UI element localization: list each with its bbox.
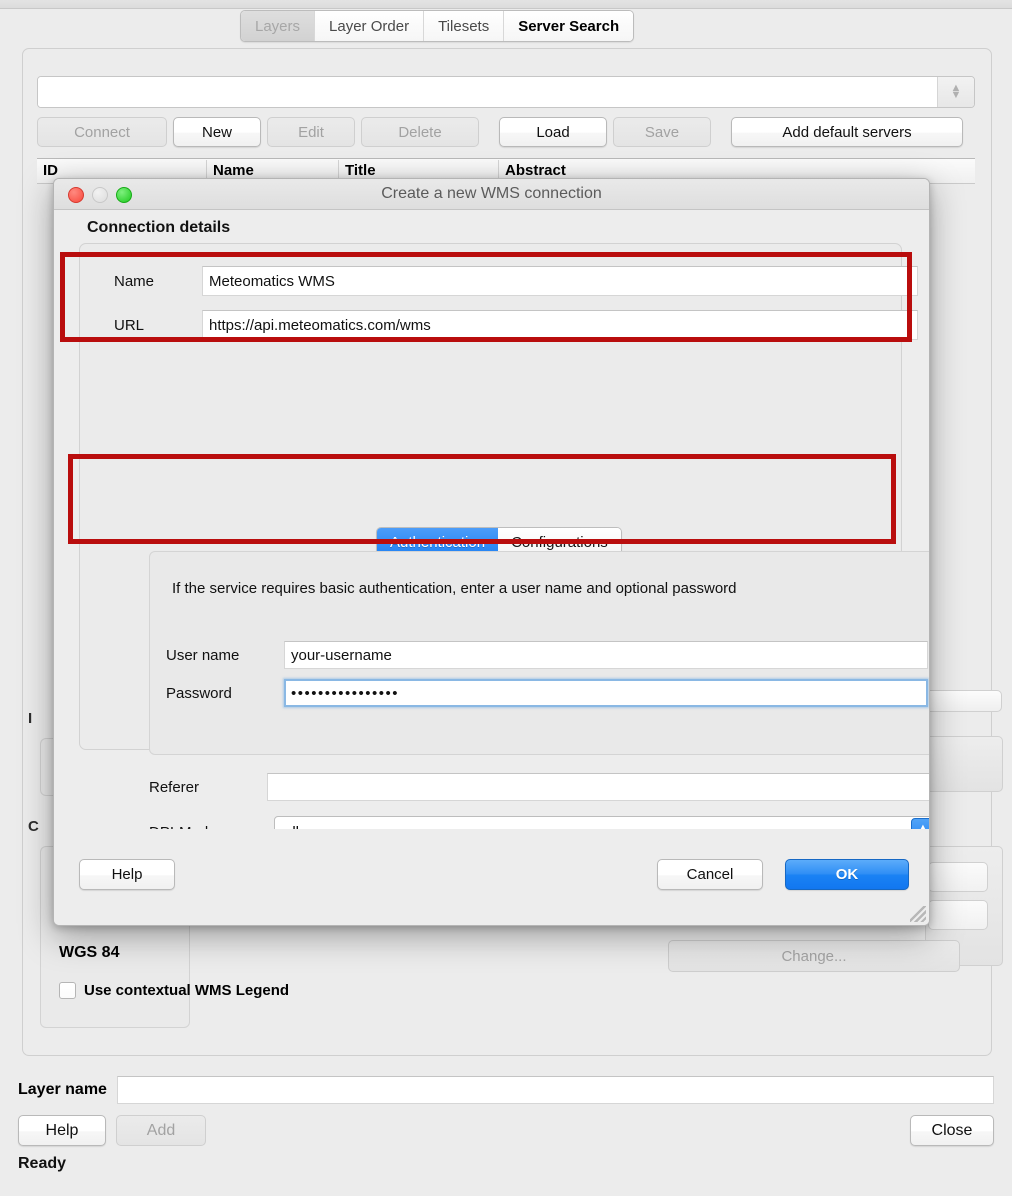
connection-toolbar: Connect New Edit Delete Load Save Add de… <box>37 117 975 147</box>
use-contextual-legend-row[interactable]: Use contextual WMS Legend <box>59 982 289 999</box>
bottom-add-button[interactable]: Add <box>116 1115 206 1146</box>
window-titlebar-strip <box>0 0 1012 9</box>
dialog-ok-button[interactable]: OK <box>785 859 909 890</box>
obscured-button-right-e <box>928 900 988 930</box>
name-url-fields: Name Meteomatics WMS URL https://api.met… <box>92 266 929 340</box>
auth-hint-text: If the service requires basic authentica… <box>172 580 737 597</box>
name-input[interactable]: Meteomatics WMS <box>202 266 918 296</box>
resize-grip-icon[interactable] <box>910 906 926 922</box>
url-input[interactable]: https://api.meteomatics.com/wms <box>202 310 918 340</box>
referer-label: Referer <box>149 778 200 796</box>
window-controls[interactable] <box>68 187 132 203</box>
username-label: User name <box>166 646 240 664</box>
crs-value: WGS 84 <box>59 944 120 961</box>
connection-details-heading: Connection details <box>87 219 231 236</box>
tab-layer-order[interactable]: Layer Order <box>315 11 425 41</box>
main-tab-bar[interactable]: Layers Layer Order Tilesets Server Searc… <box>240 10 635 42</box>
new-button[interactable]: New <box>173 117 261 147</box>
dialog-titlebar[interactable]: Create a new WMS connection <box>54 179 929 210</box>
add-default-servers-button[interactable]: Add default servers <box>731 117 963 147</box>
create-wms-connection-dialog: Create a new WMS connection Connection d… <box>53 178 930 926</box>
obscured-button-right-d <box>928 862 988 892</box>
password-row: Password •••••••••••••••• <box>166 677 928 709</box>
url-label: URL <box>114 316 145 334</box>
server-search-input[interactable]: ▲ ▼ <box>37 76 975 108</box>
layer-name-input[interactable] <box>116 1076 994 1104</box>
referer-input[interactable] <box>267 773 929 801</box>
tab-authentication-label: Authentication <box>390 533 486 551</box>
close-window-icon[interactable] <box>68 187 84 203</box>
bottom-close-button[interactable]: Close <box>910 1115 994 1146</box>
dialog-help-button[interactable]: Help <box>79 859 175 890</box>
status-text: Ready <box>18 1155 67 1172</box>
minimize-window-icon[interactable] <box>92 187 108 203</box>
delete-button[interactable]: Delete <box>361 117 479 147</box>
password-input[interactable]: •••••••••••••••• <box>284 679 928 707</box>
obscured-button-right-a <box>922 690 1002 712</box>
use-contextual-legend-label: Use contextual WMS Legend <box>84 982 290 999</box>
server-search-stepper[interactable]: ▲ ▼ <box>937 77 974 107</box>
connect-button[interactable]: Connect <box>37 117 167 147</box>
auth-credential-fields: User name your-username Password •••••••… <box>166 639 928 709</box>
chevron-down-icon: ▼ <box>950 89 962 101</box>
zoom-window-icon[interactable] <box>116 187 132 203</box>
obscured-label-left-lower: C <box>28 818 39 835</box>
edit-button[interactable]: Edit <box>267 117 355 147</box>
referer-row: Referer <box>149 773 929 801</box>
dialog-cancel-button[interactable]: Cancel <box>657 859 763 890</box>
tab-layer-order-label: Layer Order <box>329 17 410 35</box>
tab-tilesets[interactable]: Tilesets <box>424 11 505 41</box>
server-search-input-text[interactable] <box>38 77 937 107</box>
username-input[interactable]: your-username <box>284 641 928 669</box>
dialog-title: Create a new WMS connection <box>381 185 602 202</box>
tab-configurations-label: Configurations <box>511 533 608 551</box>
layer-name-row: Layer name <box>18 1075 994 1105</box>
crs-row: WGS 84 Change... <box>37 940 975 974</box>
bottom-button-row: Help Add Close <box>18 1115 994 1147</box>
use-contextual-legend-checkbox[interactable] <box>59 982 76 999</box>
tab-tilesets-label: Tilesets <box>438 17 490 35</box>
app-window: Layers Layer Order Tilesets Server Searc… <box>0 0 1012 1196</box>
dialog-bottom-area: Layer name Help Add Close Ready <box>0 1063 1012 1196</box>
tab-server-search[interactable]: Server Search <box>504 11 634 41</box>
dialog-footer: Help Cancel OK <box>54 829 929 925</box>
tab-server-search-label: Server Search <box>518 17 620 35</box>
load-button[interactable]: Load <box>499 117 607 147</box>
username-row: User name your-username <box>166 639 928 671</box>
save-button[interactable]: Save <box>613 117 711 147</box>
bottom-help-button[interactable]: Help <box>18 1115 106 1146</box>
obscured-button-right-b <box>925 736 1003 792</box>
obscured-label-left-upper: I <box>28 710 33 727</box>
name-row: Name Meteomatics WMS <box>92 266 929 296</box>
tab-layers[interactable]: Layers <box>241 11 316 41</box>
url-row: URL https://api.meteomatics.com/wms <box>92 310 929 340</box>
name-label: Name <box>114 272 155 290</box>
password-label: Password <box>166 684 232 702</box>
tab-layers-label: Layers <box>255 17 301 35</box>
layer-name-label: Layer name <box>18 1081 107 1098</box>
change-crs-button[interactable]: Change... <box>668 940 960 972</box>
